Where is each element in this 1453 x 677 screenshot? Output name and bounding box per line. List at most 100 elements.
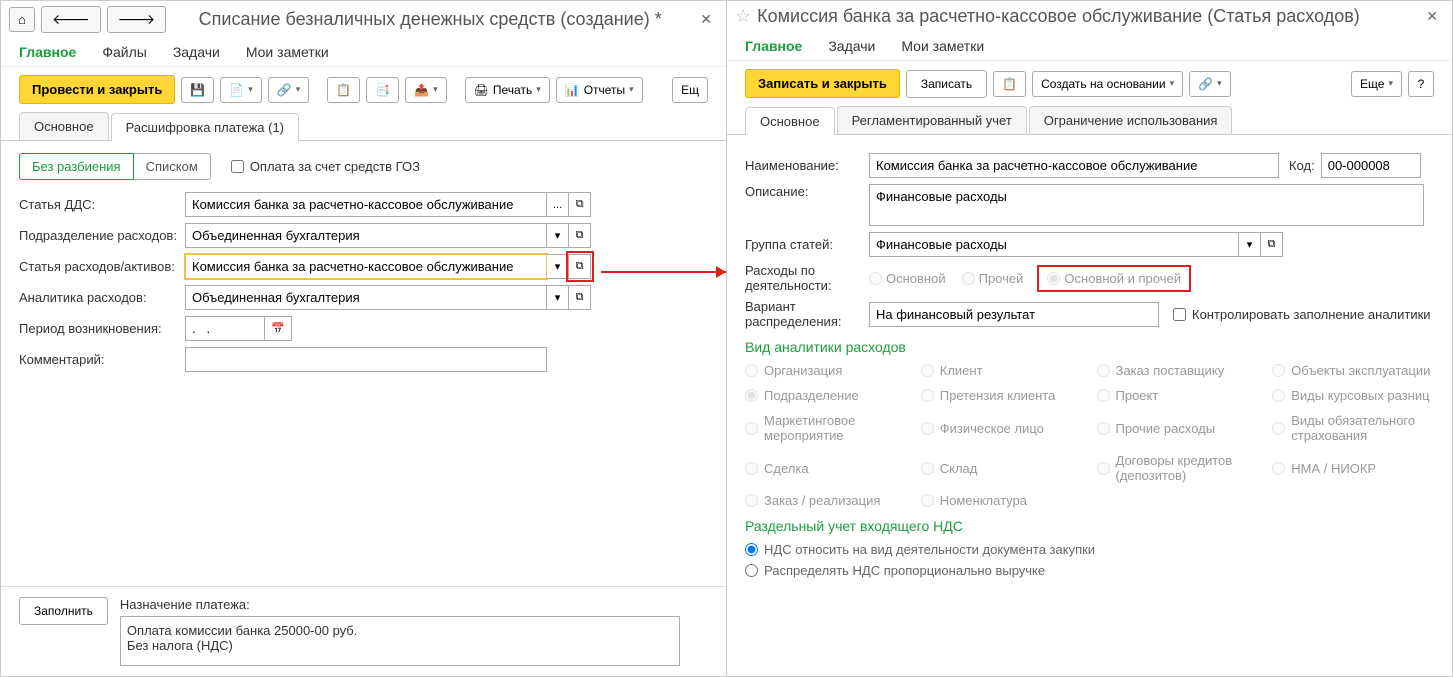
group-input[interactable]: [869, 232, 1239, 257]
analytics-item: Виды обязательного страхования: [1272, 413, 1434, 443]
home-button[interactable]: ⌂: [9, 7, 35, 32]
comment-label: Комментарий:: [19, 352, 185, 367]
name-input[interactable]: [869, 153, 1279, 178]
activity-other: Прочей: [962, 271, 1024, 286]
menu-tasks-r[interactable]: Задачи: [828, 38, 875, 54]
menu-tasks[interactable]: Задачи: [173, 44, 220, 60]
tab-main[interactable]: Основное: [19, 112, 109, 140]
menu-notes[interactable]: Мои заметки: [246, 44, 329, 60]
link-icon-button[interactable]: 🔗▾: [268, 77, 309, 103]
expense-input[interactable]: [185, 254, 547, 279]
menu-main[interactable]: Главное: [19, 44, 76, 60]
tab-regulated[interactable]: Регламентированный учет: [837, 106, 1027, 134]
analytics-item: [1097, 493, 1259, 508]
help-button[interactable]: ?: [1408, 71, 1434, 97]
window-title-right: Комиссия банка за расчетно-кассовое обсл…: [757, 6, 1414, 27]
link-icon-button-r[interactable]: 🔗▾: [1189, 71, 1230, 97]
code-label: Код:: [1289, 158, 1315, 173]
subdivision-label: Подразделение расходов:: [19, 228, 185, 243]
tool-button-2[interactable]: 📑: [366, 77, 399, 103]
tab-restrict[interactable]: Ограничение использования: [1029, 106, 1233, 134]
vds-proportional[interactable]: Распределять НДС пропорционально выручке: [745, 563, 1434, 578]
subdivision-open-button[interactable]: ⧉: [569, 223, 591, 248]
save-icon-button[interactable]: 💾: [181, 77, 214, 103]
post-close-button[interactable]: Провести и закрыть: [19, 75, 175, 104]
tab-detail[interactable]: Расшифровка платежа (1): [111, 113, 299, 141]
menu-notes-r[interactable]: Мои заметки: [901, 38, 984, 54]
subdivision-input[interactable]: [185, 223, 547, 248]
control-analytics-check[interactable]: Контролировать заполнение аналитики: [1173, 307, 1431, 322]
more-button[interactable]: Ещ: [672, 77, 708, 103]
comment-input[interactable]: [185, 347, 547, 372]
post-icon-button[interactable]: 📄▾: [220, 77, 261, 103]
dds-open-button[interactable]: ⧉: [569, 192, 591, 217]
forward-button[interactable]: 🡒: [107, 6, 167, 33]
tool-button-3[interactable]: 📤▾: [405, 77, 446, 103]
group-label: Группа статей:: [745, 237, 869, 252]
analytics-item: Подразделение: [745, 388, 907, 403]
group-drop-button[interactable]: ▾: [1239, 232, 1261, 257]
purpose-text[interactable]: Оплата комиссии банка 25000-00 руб. Без …: [120, 616, 680, 666]
group-open-button[interactable]: ⧉: [1261, 232, 1283, 257]
purpose-label: Назначение платежа:: [120, 597, 708, 612]
vds-section-title: Раздельный учет входящего НДС: [745, 518, 1434, 534]
close-icon[interactable]: ✕: [694, 11, 718, 28]
subdivision-drop-button[interactable]: ▾: [547, 223, 569, 248]
dds-input[interactable]: [185, 192, 547, 217]
distrib-input[interactable]: [869, 302, 1159, 327]
reports-button[interactable]: 📊 Отчеты ▾: [556, 77, 643, 103]
dds-label: Статья ДДС:: [19, 197, 185, 212]
analytics-item: Организация: [745, 363, 907, 378]
analytics-item: Объекты эксплуатации: [1272, 363, 1434, 378]
analytics-item: Склад: [921, 453, 1083, 483]
activity-main: Основной: [869, 271, 946, 286]
window-title: Списание безналичных денежных средств (с…: [172, 9, 688, 30]
expense-label: Статья расходов/активов:: [19, 259, 185, 274]
menu-main-r[interactable]: Главное: [745, 38, 802, 54]
name-label: Наименование:: [745, 158, 869, 173]
vds-by-activity[interactable]: НДС относить на вид деятельности докумен…: [745, 542, 1434, 557]
close-icon-right[interactable]: ✕: [1420, 8, 1444, 25]
fill-button[interactable]: Заполнить: [19, 597, 108, 625]
analytics-item: [1272, 493, 1434, 508]
menu-files[interactable]: Файлы: [102, 44, 146, 60]
save-button[interactable]: Записать: [906, 70, 987, 98]
activity-label: Расходы по деятельности:: [745, 263, 869, 293]
list-icon-button[interactable]: 📋: [993, 71, 1026, 97]
back-button[interactable]: 🡐: [41, 6, 101, 33]
tool-button-1[interactable]: 📋: [327, 77, 360, 103]
analytics-open-button[interactable]: ⧉: [569, 285, 591, 310]
arrow-annotation: [601, 271, 726, 273]
period-calendar-button[interactable]: 📅: [265, 316, 292, 341]
analytics-drop-button[interactable]: ▾: [547, 285, 569, 310]
goz-checkbox[interactable]: [231, 160, 244, 173]
print-button[interactable]: 🖨 Печать ▾: [465, 77, 550, 103]
analytics-item: НМА / НИОКР: [1272, 453, 1434, 483]
activity-both: Основной и прочей: [1039, 267, 1189, 290]
distrib-label: Вариант распределения:: [745, 299, 869, 329]
tab-main-r[interactable]: Основное: [745, 107, 835, 135]
analytics-item: Прочие расходы: [1097, 413, 1259, 443]
analytics-item: Сделка: [745, 453, 907, 483]
analytics-item: Претензия клиента: [921, 388, 1083, 403]
view-list[interactable]: Списком: [134, 153, 211, 180]
analytics-item: Виды курсовых разниц: [1272, 388, 1434, 403]
analytics-item: Клиент: [921, 363, 1083, 378]
expense-drop-button[interactable]: ▾: [547, 254, 569, 279]
view-no-split[interactable]: Без разбиения: [19, 153, 134, 180]
analytics-item: Заказ / реализация: [745, 493, 907, 508]
analytics-item: Договоры кредитов (депозитов): [1097, 453, 1259, 483]
analytics-section-title: Вид аналитики расходов: [745, 339, 1434, 355]
dds-more-button[interactable]: ...: [547, 192, 569, 217]
goz-checkbox-row[interactable]: Оплата за счет средств ГОЗ: [231, 159, 420, 174]
analytics-input[interactable]: [185, 285, 547, 310]
star-icon[interactable]: ☆: [735, 6, 751, 27]
code-input[interactable]: [1321, 153, 1421, 178]
desc-input[interactable]: Финансовые расходы: [869, 184, 1424, 226]
create-based-button[interactable]: Создать на основании ▾: [1032, 71, 1183, 97]
analytics-item: Номенклатура: [921, 493, 1083, 508]
more-button-r[interactable]: Еще ▾: [1351, 71, 1402, 97]
expense-open-button[interactable]: ⧉: [569, 254, 591, 279]
save-close-button[interactable]: Записать и закрыть: [745, 69, 900, 98]
period-input[interactable]: [185, 316, 265, 341]
